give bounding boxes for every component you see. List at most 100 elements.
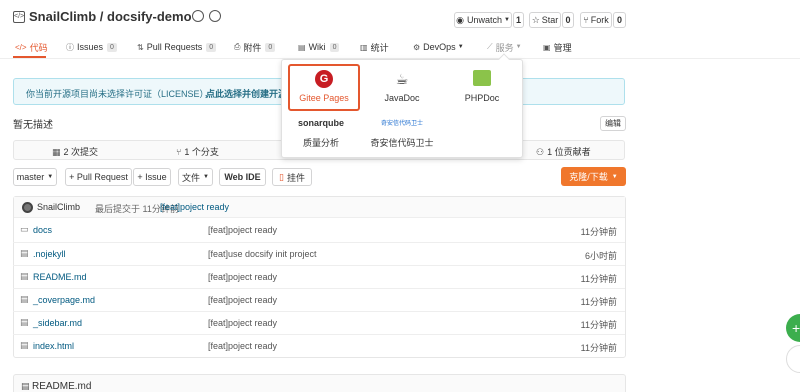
clone-label: 克隆/下载 (569, 172, 608, 182)
star-button[interactable]: ☆ Star (529, 12, 561, 28)
unwatch-button[interactable]: ◉ Unwatch ▼ (454, 12, 512, 28)
service-label: 质量分析 (302, 138, 339, 148)
service-label: 奇安信代码卫士 (370, 138, 434, 148)
qianxin-logo: 奇安信代码卫士 (380, 121, 423, 127)
file-name[interactable]: index.html (33, 341, 74, 351)
file-name[interactable]: README.md (33, 272, 87, 282)
commits-label: 2 次提交 (63, 147, 99, 157)
chevron-down-icon: ▼ (457, 44, 464, 50)
tab-devops[interactable]: ⚙ DevOps ▼ (413, 38, 464, 56)
file-icon: ▤ (20, 248, 29, 258)
tab-badge: 0 (107, 42, 117, 52)
fork-label: Fork (590, 15, 609, 25)
files-menu-button[interactable]: 文件 ▼ (178, 168, 213, 186)
chevron-down-icon: ▼ (503, 17, 510, 23)
star-count[interactable]: 0 (562, 12, 574, 28)
readme-icon: ▤ (21, 381, 30, 391)
review-icon[interactable] (209, 10, 221, 22)
chevron-down-icon: ▼ (203, 174, 209, 180)
file-row[interactable]: ▤ index.html [feat]poject ready 11分钟前 (13, 334, 625, 357)
contributors-stat[interactable]: ⚇ 1 位贡献者 (536, 145, 591, 158)
service-label: JavaDoc (384, 93, 420, 103)
mount-label: 挂件 (286, 172, 305, 183)
star-icon: ☆ (531, 14, 540, 25)
branch-select[interactable]: master ▼ (13, 168, 57, 186)
fork-count[interactable]: 0 (613, 12, 626, 28)
mount-button[interactable]: ▯ 挂件 (272, 168, 312, 186)
file-time: 6小时前 (584, 251, 617, 261)
watch-count[interactable]: 1 (513, 12, 524, 28)
contributors-label: 1 位贡献者 (547, 147, 591, 157)
tab-wiki[interactable]: ▤ Wiki 0 (298, 38, 340, 56)
file-row[interactable]: ▤ .nojekyll [feat]use docsify init proje… (13, 242, 625, 265)
file-commit-message[interactable]: [feat]poject ready (208, 272, 277, 282)
contributors-icon: ⚇ (536, 147, 545, 157)
file-row[interactable]: ▤ _sidebar.md [feat]poject ready 11分钟前 (13, 311, 625, 334)
repo-title[interactable]: SnailClimb / docsify-demo (29, 9, 192, 24)
folder-icon: ▭ (20, 224, 29, 234)
issue-icon: ⓘ (66, 42, 74, 52)
service-gitee-pages[interactable]: G Gitee Pages (290, 70, 358, 103)
commits-stat[interactable]: ▦ 2 次提交 (52, 145, 98, 158)
readme-panel: ▤ README.md (13, 374, 626, 392)
tab-code[interactable]: </> 代码 (15, 38, 48, 56)
file-commit-message[interactable]: [feat]use docsify init project (208, 249, 317, 259)
commit-message[interactable]: [feat]poject ready (160, 202, 229, 212)
notice-link[interactable]: 点此选择并创建开源 (206, 87, 287, 100)
last-commit-bar: SnailClimb 最后提交于 11分钟前 [feat]poject read… (14, 197, 625, 218)
notice-text: 你当前开源项目尚未选择许可证（LICENSE）， (26, 89, 214, 99)
tab-pull-requests[interactable]: ⇅ Pull Requests 0 (137, 38, 217, 56)
branches-stat[interactable]: ⑂ 1 个分支 (176, 145, 219, 158)
floating-help-button[interactable]: + (786, 314, 800, 342)
file-name[interactable]: _sidebar.md (33, 318, 82, 328)
file-name[interactable]: .nojekyll (33, 249, 66, 259)
file-name[interactable]: docs (33, 225, 52, 235)
branch-name: master (16, 172, 45, 182)
tab-label: 附件 (243, 42, 262, 53)
file-row[interactable]: ▤ README.md [feat]poject ready 11分钟前 (13, 265, 625, 288)
service-label: Gitee Pages (299, 93, 349, 103)
service-phpdoc[interactable]: PHPDoc (452, 70, 512, 103)
edit-description-button[interactable]: 编辑 (600, 116, 626, 131)
tab-label: 管理 (553, 42, 572, 53)
file-commit-message[interactable]: [feat]poject ready (208, 225, 277, 235)
chevron-down-icon: ▼ (47, 174, 54, 180)
pull-request-button[interactable]: + Pull Request (65, 168, 132, 186)
attachment-icon: ⎙ (234, 42, 241, 51)
service-sonarqube[interactable]: sonarqube 质量分析 (290, 118, 352, 149)
file-commit-message[interactable]: [feat]poject ready (208, 341, 277, 351)
tab-stats[interactable]: ▥ 统计 (360, 38, 389, 56)
file-commit-message[interactable]: [feat]poject ready (208, 318, 277, 328)
sonarqube-logo: sonarqube (297, 118, 344, 128)
branches-label: 1 个分支 (184, 147, 219, 157)
bookmark-icon: ▯ (279, 171, 284, 182)
java-logo-icon: ☕ (395, 71, 409, 87)
new-issue-button[interactable]: + Issue (133, 168, 171, 186)
tab-label: 统计 (370, 42, 389, 53)
tab-issues[interactable]: ⓘ Issues 0 (66, 38, 117, 56)
file-row[interactable]: ▭ docs [feat]poject ready 11分钟前 (13, 219, 625, 242)
service-qianxin[interactable]: 奇安信代码卫士 奇安信代码卫士 (366, 118, 438, 149)
chevron-down-icon: ▼ (515, 44, 522, 50)
web-ide-button[interactable]: Web IDE (219, 168, 266, 186)
unwatch-label: Unwatch (466, 15, 502, 25)
service-javadoc[interactable]: ☕ JavaDoc (372, 70, 432, 103)
clone-download-button[interactable]: 克隆/下载 ▼ (561, 167, 626, 186)
service-label: PHPDoc (464, 93, 500, 103)
fork-button[interactable]: ⑂ Fork (580, 12, 612, 28)
file-commit-message[interactable]: [feat]poject ready (208, 295, 277, 305)
pull-request-icon: ⇅ (137, 42, 144, 52)
file-icon: ▤ (20, 317, 29, 327)
star-label: Star (541, 15, 559, 25)
sync-icon[interactable] (192, 10, 204, 22)
file-icon: ▤ (20, 294, 29, 304)
commit-author[interactable]: SnailClimb (37, 202, 80, 212)
file-row[interactable]: ▤ _coverpage.md [feat]poject ready 11分钟前 (13, 288, 625, 311)
tab-attachments[interactable]: ⎙ 附件 0 (234, 38, 276, 56)
tab-label: Pull Requests (146, 42, 203, 52)
avatar[interactable] (22, 202, 33, 213)
tab-manage[interactable]: ▣ 管理 (543, 38, 572, 56)
manage-icon: ▣ (543, 42, 551, 52)
file-name[interactable]: _coverpage.md (33, 295, 95, 305)
floating-feedback-button[interactable] (786, 345, 800, 373)
